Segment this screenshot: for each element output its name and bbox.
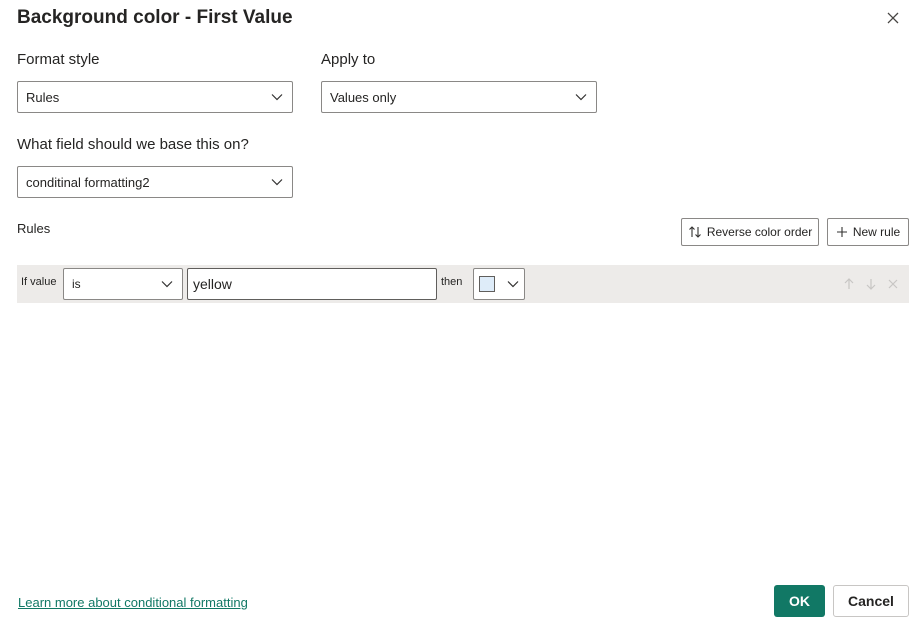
chevron-down-icon [507, 281, 519, 288]
rule-color-picker[interactable] [473, 268, 525, 300]
plus-icon [836, 227, 847, 237]
chevron-down-icon [575, 94, 587, 101]
chevron-down-icon [271, 94, 283, 101]
new-rule-label: New rule [852, 225, 901, 239]
rule-value-text: yellow [193, 276, 232, 292]
learn-more-link[interactable]: Learn more about conditional formatting [18, 595, 248, 610]
close-button[interactable] [884, 9, 902, 27]
format-style-dropdown[interactable]: Rules [17, 81, 293, 113]
apply-to-value: Values only [330, 89, 397, 105]
reverse-color-order-button[interactable]: Reverse color order [681, 218, 819, 246]
ok-button[interactable]: OK [774, 585, 825, 617]
then-label: then [441, 276, 463, 288]
color-swatch [479, 276, 495, 292]
cancel-button[interactable]: Cancel [833, 585, 909, 617]
base-field-value: conditinal formatting2 [26, 174, 150, 190]
base-field-dropdown[interactable]: conditinal formatting2 [17, 166, 293, 198]
format-style-value: Rules [26, 89, 60, 105]
rules-label: Rules [17, 221, 51, 236]
delete-rule-icon[interactable] [886, 277, 900, 291]
move-down-icon[interactable] [864, 277, 878, 291]
apply-to-dropdown[interactable]: Values only [321, 81, 597, 113]
rule-operator-dropdown[interactable]: is [63, 268, 183, 300]
if-value-label: If value [21, 276, 57, 288]
new-rule-button[interactable]: New rule [827, 218, 909, 246]
reverse-color-order-label: Reverse color order [706, 225, 813, 239]
chevron-down-icon [161, 281, 173, 288]
move-up-icon[interactable] [842, 277, 856, 291]
base-field-label: What field should we base this on? [17, 136, 249, 153]
close-icon [887, 12, 899, 24]
format-style-label: Format style [17, 51, 100, 68]
apply-to-label: Apply to [321, 51, 376, 68]
rule-operator-value: is [72, 277, 81, 291]
chevron-down-icon [271, 179, 283, 186]
dialog-title: Background color - First Value [17, 7, 293, 28]
rule-value-input[interactable]: yellow [187, 268, 437, 300]
sort-arrows-icon [688, 226, 701, 238]
